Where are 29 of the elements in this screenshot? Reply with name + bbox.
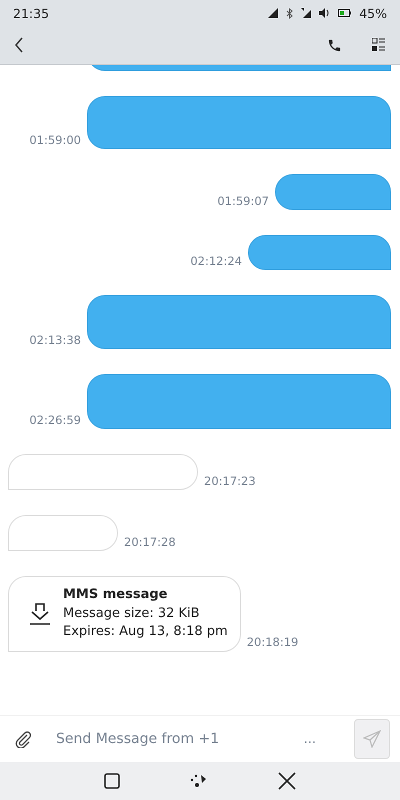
- phone-icon[interactable]: [327, 38, 342, 52]
- close-icon[interactable]: [278, 772, 296, 790]
- timestamp: 20:17:23: [204, 476, 256, 490]
- download-icon[interactable]: [29, 602, 51, 626]
- signal-icon: [301, 8, 312, 18]
- clock: 21:35: [13, 6, 50, 20]
- more-options[interactable]: ...: [304, 732, 316, 746]
- timestamp: 20:17:28: [124, 536, 176, 550]
- attachment-icon[interactable]: [14, 730, 32, 748]
- battery-level: 45%: [359, 6, 387, 20]
- home-icon[interactable]: [190, 773, 208, 789]
- bluetooth-icon: [286, 8, 294, 18]
- timestamp: 02:13:38: [29, 334, 81, 348]
- message-size: Message size: 32 KiB: [63, 604, 201, 622]
- volume-icon: [319, 8, 330, 18]
- signal-icon: [268, 8, 278, 18]
- mms-title: MMS message: [63, 586, 168, 604]
- timestamp: 01:59:07: [217, 196, 269, 210]
- message-input[interactable]: Send Message from +1: [54, 730, 304, 748]
- timestamp: 02:12:24: [190, 256, 242, 270]
- mms-message-card[interactable]: MMS message Message size: 32 KiB Expires: Aug 13, 8:18 pm: [8, 576, 241, 652]
- timestamp: 20:18:19: [246, 637, 298, 651]
- details-icon[interactable]: [372, 38, 386, 52]
- timestamp: 02:26:59: [29, 414, 81, 428]
- battery-icon: [338, 9, 352, 17]
- back-icon[interactable]: [14, 37, 24, 53]
- timestamp: 01:59:00: [29, 134, 81, 148]
- overview-icon[interactable]: [104, 773, 120, 789]
- expiry-date: Expires: Aug 13, 8:18 pm: [63, 623, 228, 641]
